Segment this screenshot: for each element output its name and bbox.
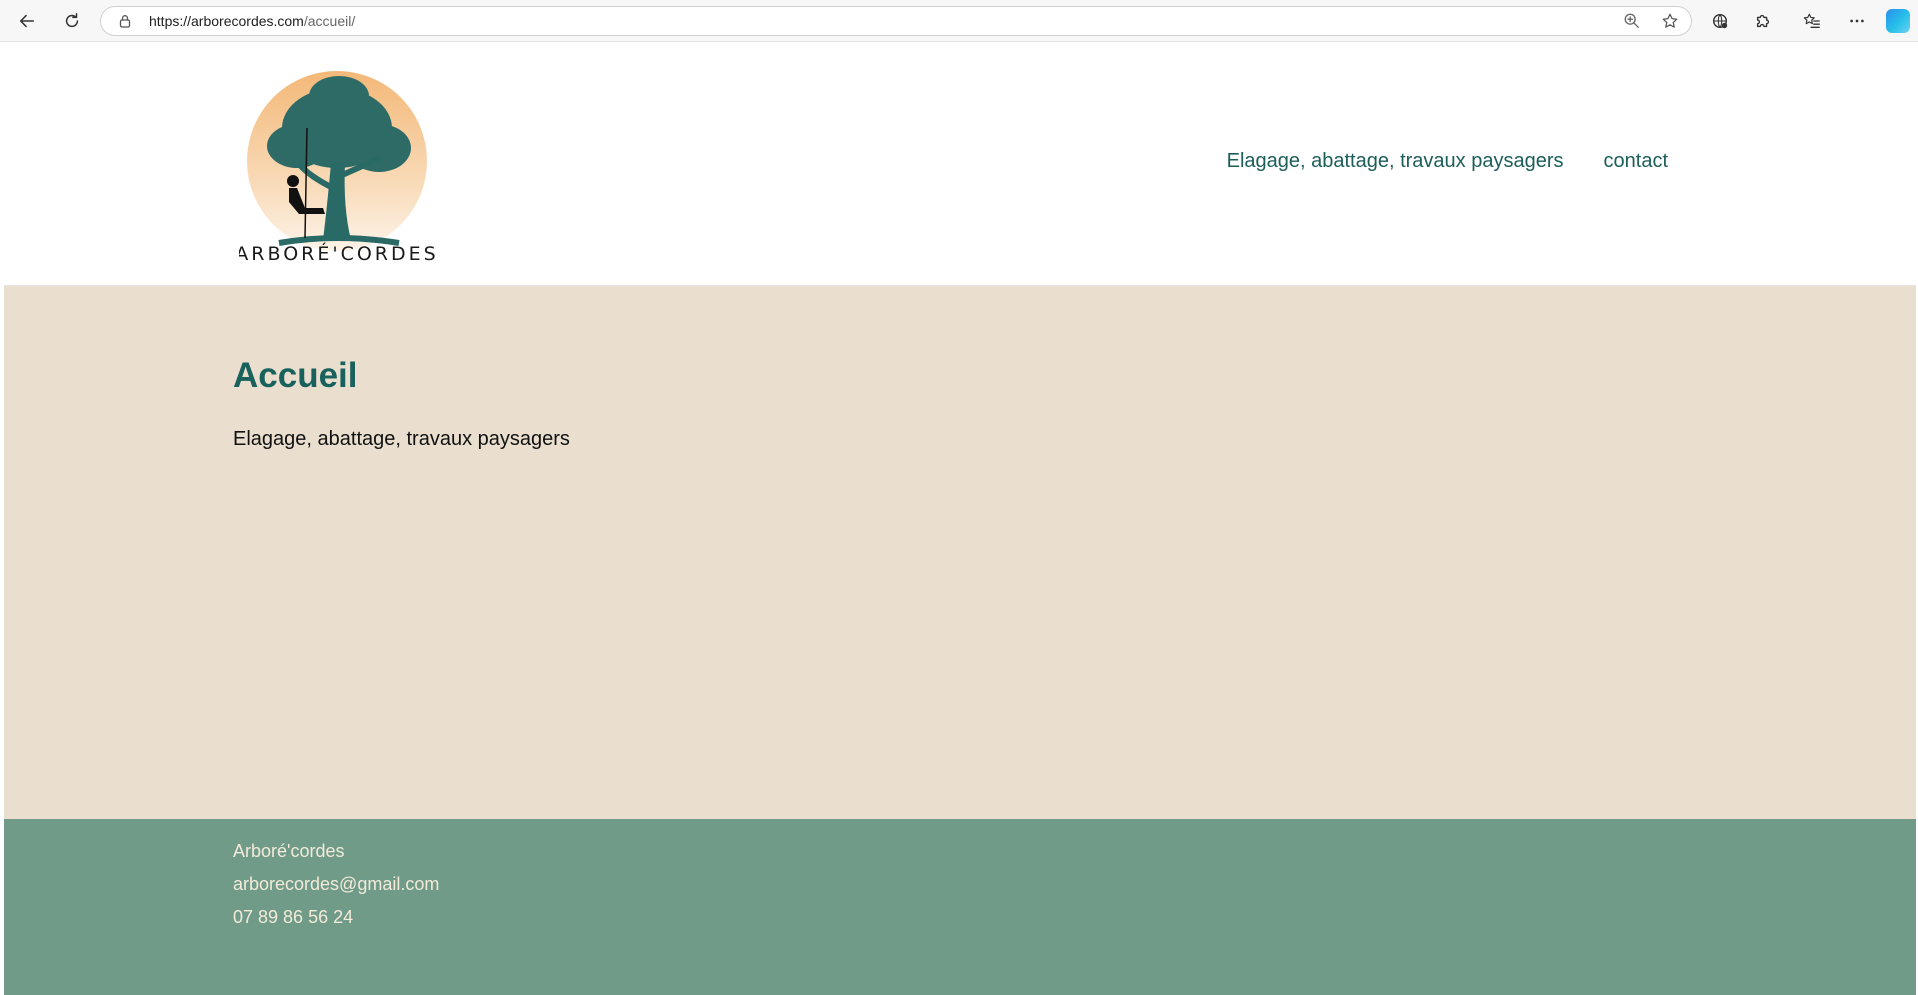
footer-phone[interactable]: 07 89 86 56 24 — [233, 907, 353, 928]
footer-company-name: Arboré'cordes — [233, 841, 345, 861]
site-logo[interactable]: ARBORÉ'CORDES — [239, 68, 449, 264]
browser-toolbar: https://arborecordes.com/accueil/ — [0, 0, 1918, 42]
page-title: Accueil — [233, 356, 358, 395]
copilot-icon[interactable] — [1886, 9, 1910, 33]
footer-email[interactable]: arborecordes@gmail.com — [233, 874, 439, 895]
favorites-button[interactable] — [1798, 7, 1826, 35]
address-bar[interactable]: https://arborecordes.com/accueil/ — [100, 6, 1692, 36]
website: ARBORÉ'CORDES Elagage, abattage, travaux… — [4, 42, 1916, 995]
url-host: https://arborecordes.com — [149, 13, 304, 29]
site-header: ARBORÉ'CORDES Elagage, abattage, travaux… — [4, 42, 1916, 286]
url-path: /accueil/ — [303, 13, 356, 29]
globe-heart-icon — [1712, 13, 1728, 29]
page-subtitle: Elagage, abattage, travaux paysagers — [233, 428, 570, 450]
puzzle-piece-icon — [1756, 14, 1770, 28]
url-text: https://arborecordes.com/accueil/ — [149, 13, 355, 29]
logo-text: ARBORÉ'CORDES — [239, 242, 439, 264]
site-footer: Arboré'cordes arborecordes@gmail.com 07 … — [4, 819, 1916, 995]
reload-button[interactable] — [58, 7, 86, 35]
browser-essentials-button[interactable] — [1706, 7, 1734, 35]
more-menu-button[interactable] — [1843, 7, 1871, 35]
reload-icon — [65, 13, 79, 28]
nav-item-contact[interactable]: contact — [1604, 150, 1668, 173]
extensions-button[interactable] — [1749, 7, 1777, 35]
favorites-list-icon — [1803, 13, 1820, 28]
main-content: Accueil Elagage, abattage, travaux paysa… — [4, 286, 1916, 819]
zoom-icon[interactable] — [1623, 12, 1641, 30]
back-arrow-icon — [19, 14, 35, 28]
main-nav: Elagage, abattage, travaux paysagers con… — [1227, 150, 1668, 173]
ellipsis-icon — [1850, 19, 1864, 23]
favorite-star-icon[interactable] — [1661, 12, 1679, 30]
back-button[interactable] — [13, 7, 41, 35]
lock-icon — [119, 15, 131, 28]
nav-item-services[interactable]: Elagage, abattage, travaux paysagers — [1227, 150, 1564, 173]
